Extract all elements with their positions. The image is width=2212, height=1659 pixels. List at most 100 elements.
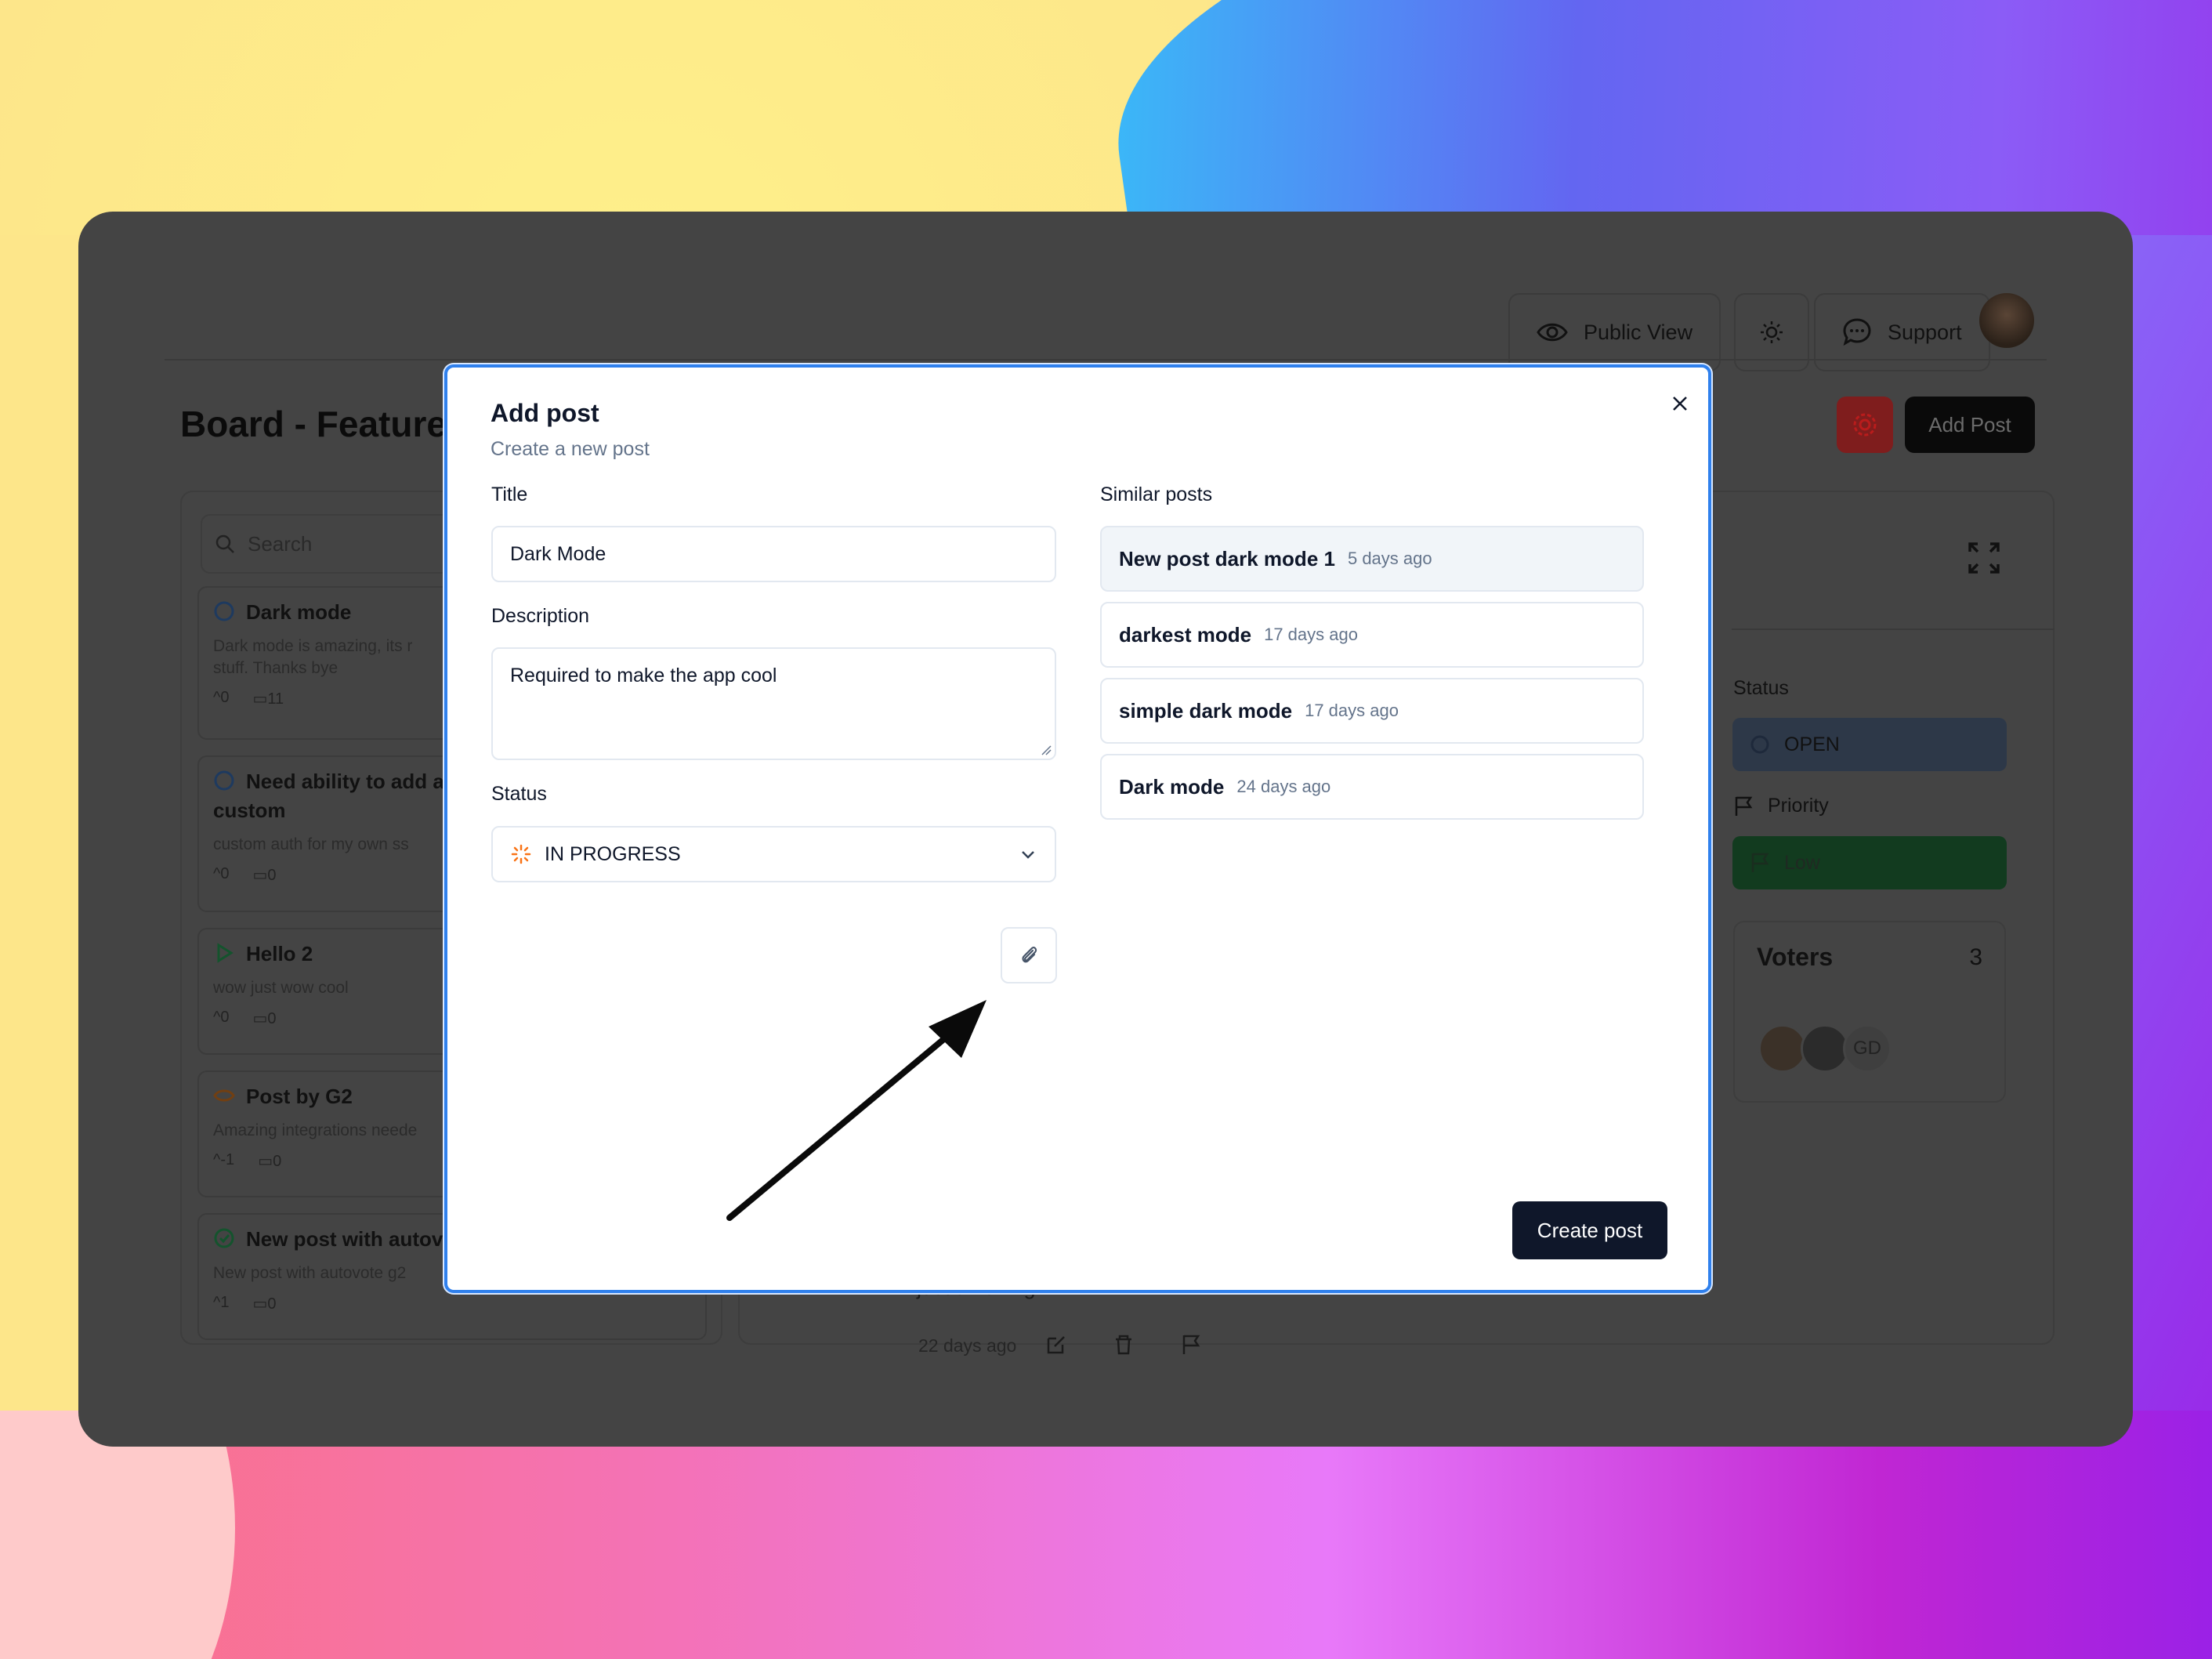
vote-value: 0 bbox=[220, 689, 230, 706]
support-label: Support bbox=[1888, 320, 1962, 344]
post-title: Hello 2 bbox=[246, 942, 313, 965]
status-select[interactable]: OPEN bbox=[1732, 718, 2007, 771]
close-icon bbox=[1673, 397, 1687, 411]
upvote-count[interactable]: ^-1 bbox=[213, 1151, 234, 1171]
eye-icon bbox=[1537, 323, 1568, 342]
similar-posts-label: Similar posts bbox=[1100, 484, 1213, 505]
description-textarea[interactable]: Required to make the app cool bbox=[491, 647, 1056, 760]
similar-post-name: simple dark mode bbox=[1119, 698, 1293, 723]
voter-initials: GD bbox=[1853, 1038, 1881, 1059]
trash-icon[interactable] bbox=[1113, 1334, 1135, 1356]
similar-post-age: 17 days ago bbox=[1305, 701, 1399, 720]
chevron-down-icon bbox=[1022, 851, 1034, 859]
priority-select[interactable]: Low bbox=[1732, 836, 2007, 889]
comment-value: 0 bbox=[267, 867, 277, 884]
attach-file-button[interactable] bbox=[1001, 927, 1057, 983]
comment-count: ▭0 bbox=[258, 1153, 282, 1170]
status-label: Status bbox=[491, 783, 547, 805]
background-bottom bbox=[0, 1411, 2212, 1659]
comment-value: 0 bbox=[267, 1010, 277, 1027]
similar-post-item[interactable]: darkest mode 17 days ago bbox=[1100, 602, 1644, 668]
public-view-label: Public View bbox=[1584, 320, 1693, 344]
status-select[interactable]: IN PROGRESS bbox=[491, 826, 1056, 882]
loader-icon bbox=[511, 844, 531, 864]
modal-title: Add post bbox=[491, 399, 599, 427]
expand-icon[interactable] bbox=[1967, 541, 2001, 575]
similar-post-age: 17 days ago bbox=[1264, 625, 1358, 644]
sun-icon bbox=[1761, 321, 1783, 343]
comment-value: 0 bbox=[267, 1295, 277, 1313]
post-title: Dark mode bbox=[246, 600, 352, 624]
similar-post-item[interactable]: New post dark mode 1 5 days ago bbox=[1100, 526, 1644, 592]
resize-handle-icon[interactable] bbox=[1041, 744, 1052, 755]
similar-post-item[interactable]: Dark mode 24 days ago bbox=[1100, 754, 1644, 820]
circle-status-icon bbox=[214, 770, 234, 791]
add-post-button[interactable]: Add Post bbox=[1905, 397, 2035, 453]
priority-label-row: Priority bbox=[1733, 795, 1829, 817]
vote-value: 0 bbox=[220, 865, 230, 882]
title-label: Title bbox=[491, 484, 528, 505]
post-title: Post by G2 bbox=[246, 1085, 353, 1108]
upvote-count[interactable]: ^1 bbox=[213, 1294, 230, 1313]
comment-count: ▭0 bbox=[252, 1295, 277, 1313]
header-divider bbox=[165, 359, 2047, 360]
comment-count: ▭11 bbox=[252, 690, 284, 708]
voter-avatar[interactable] bbox=[1758, 1024, 1807, 1073]
circle-status-icon bbox=[1750, 735, 1769, 754]
comment-count: ▭0 bbox=[252, 867, 277, 884]
status-value: IN PROGRESS bbox=[545, 842, 681, 865]
eye-status-icon bbox=[213, 1089, 235, 1102]
comment-value: 11 bbox=[267, 690, 284, 708]
comment-value: 0 bbox=[273, 1153, 282, 1170]
post-title-2: custom bbox=[213, 799, 286, 822]
play-status-icon bbox=[217, 943, 234, 963]
priority-label: Priority bbox=[1768, 795, 1829, 817]
upvote-count[interactable]: ^0 bbox=[213, 865, 230, 885]
upvote-count[interactable]: ^0 bbox=[213, 1009, 230, 1028]
similar-post-name: darkest mode bbox=[1119, 622, 1252, 647]
detail-time: 22 days ago bbox=[918, 1335, 1017, 1356]
similar-post-item[interactable]: simple dark mode 17 days ago bbox=[1100, 678, 1644, 744]
voter-avatar[interactable] bbox=[1801, 1024, 1849, 1073]
check-circle-icon bbox=[214, 1228, 234, 1248]
voters-card: Voters 3 GD bbox=[1733, 921, 2006, 1103]
add-post-modal: Add post Create a new post Title Dark Mo… bbox=[444, 364, 1711, 1293]
vote-value: 0 bbox=[220, 1009, 230, 1026]
similar-post-age: 24 days ago bbox=[1236, 777, 1331, 796]
post-title: New post with autov bbox=[246, 1227, 443, 1251]
modal-subtitle: Create a new post bbox=[491, 438, 650, 460]
description-value: Required to make the app cool bbox=[510, 665, 777, 686]
user-avatar[interactable] bbox=[1979, 293, 2034, 348]
paperclip-icon bbox=[1022, 947, 1037, 963]
chat-bubble-icon bbox=[1843, 318, 1871, 346]
create-post-button[interactable]: Create post bbox=[1512, 1201, 1667, 1259]
board-title: Board - Features bbox=[180, 404, 467, 444]
close-button[interactable] bbox=[1666, 389, 1694, 418]
flag-icon bbox=[1751, 853, 1769, 872]
title-input[interactable]: Dark Mode bbox=[491, 526, 1056, 582]
search-icon bbox=[215, 534, 234, 553]
voters-count: 3 bbox=[1969, 944, 1982, 970]
detail-divider bbox=[1732, 628, 2055, 630]
status-label: Status bbox=[1733, 677, 1789, 699]
annotation-arrow bbox=[726, 1000, 987, 1221]
flag-icon bbox=[1735, 796, 1753, 816]
similar-post-name: Dark mode bbox=[1119, 774, 1225, 799]
gear-icon bbox=[1853, 413, 1877, 436]
similar-post-name: New post dark mode 1 bbox=[1119, 546, 1335, 571]
voters-title: Voters bbox=[1757, 943, 1834, 971]
comment-count: ▭0 bbox=[252, 1010, 277, 1027]
description-label: Description bbox=[491, 605, 590, 627]
background-top bbox=[0, 0, 2212, 235]
status-value: OPEN bbox=[1784, 733, 1840, 755]
flag-icon[interactable] bbox=[1180, 1334, 1202, 1356]
voter-avatar[interactable]: GD bbox=[1843, 1024, 1892, 1073]
search-placeholder: Search bbox=[248, 531, 313, 556]
vote-value: -1 bbox=[220, 1151, 235, 1168]
upvote-count[interactable]: ^0 bbox=[213, 689, 230, 708]
similar-post-age: 5 days ago bbox=[1347, 549, 1432, 568]
post-title: Need ability to add a bbox=[246, 770, 444, 793]
edit-icon[interactable] bbox=[1045, 1334, 1067, 1356]
board-settings-button[interactable] bbox=[1837, 397, 1893, 453]
vote-value: 1 bbox=[220, 1294, 230, 1311]
